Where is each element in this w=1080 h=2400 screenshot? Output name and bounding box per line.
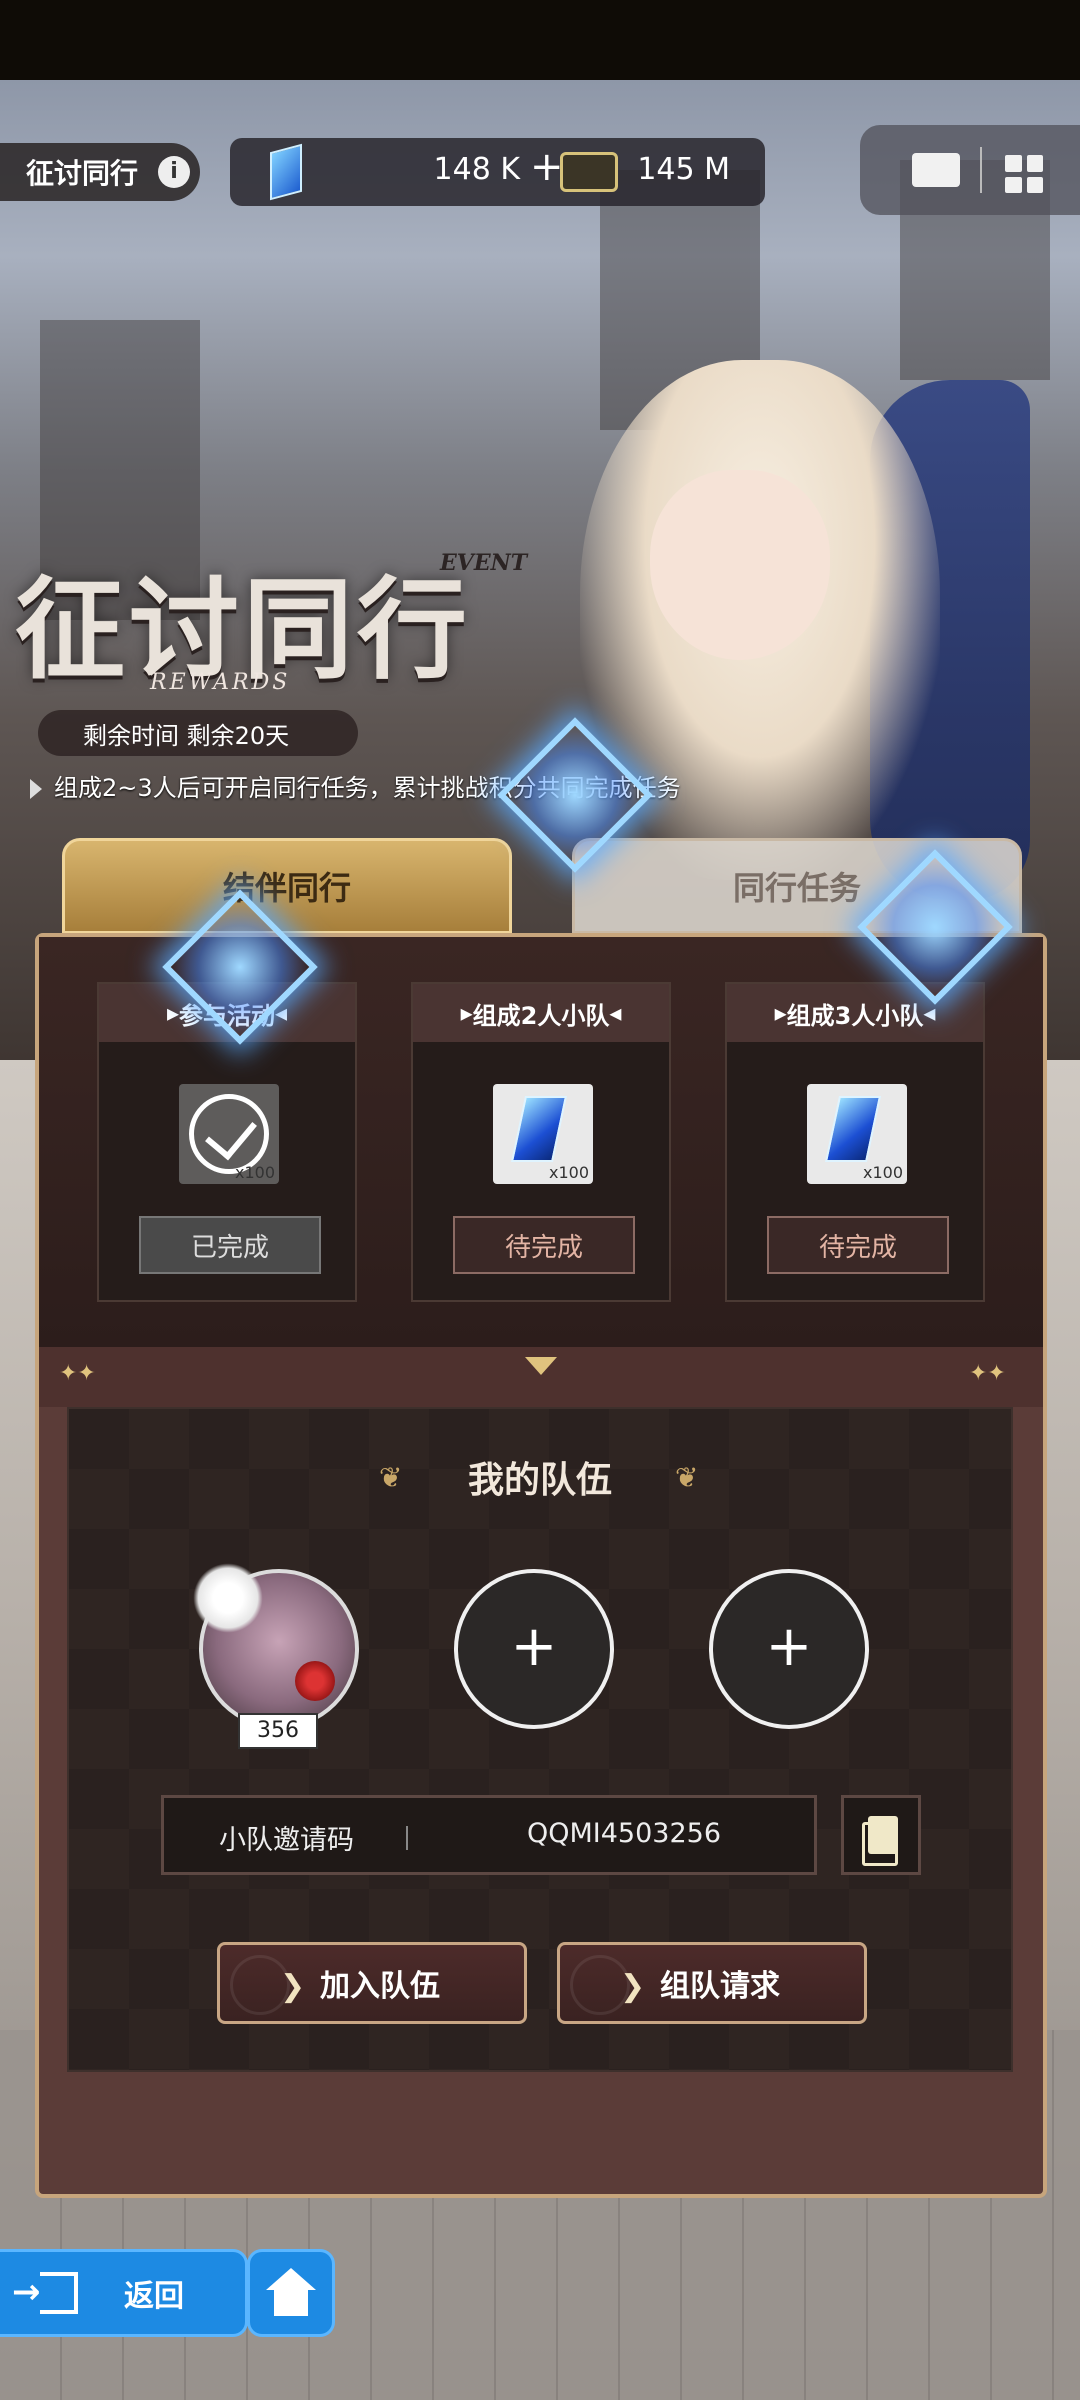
reward-item[interactable]: x100 (807, 1084, 907, 1184)
home-icon (266, 2268, 316, 2316)
back-button-label: 返回 (124, 2279, 184, 2314)
invite-code-value: QQMI4503256 (526, 1818, 721, 1849)
back-button[interactable]: 返回 (0, 2252, 245, 2334)
chevron-right-icon: ❯ (280, 1969, 306, 2004)
main-panel: 参与活动 x100 已完成 组成2人小队 x100 待完成 组成3人小队 (35, 933, 1047, 2198)
chevron-right-icon: ❯ (620, 1969, 646, 2004)
page-title: 征讨同行 (26, 157, 139, 190)
invite-code-field: 小队邀请码 QQMI4503256 (161, 1795, 817, 1875)
join-team-button[interactable]: ❯ 加入队伍 (217, 1942, 527, 2024)
rose-icon (295, 1661, 335, 1701)
reward-count: x100 (862, 1163, 903, 1182)
event-logo-rewards: REWARDS (150, 670, 291, 695)
team-leader-avatar[interactable]: 356 (193, 1563, 359, 1749)
team-request-label: 组队请求 (660, 1969, 780, 2004)
play-arrow-icon (30, 779, 42, 799)
gem-icon (510, 1096, 568, 1162)
status-bar-area (0, 0, 1080, 80)
task-status-label: 待完成 (818, 1232, 897, 1263)
task-status-label: 待完成 (504, 1232, 583, 1263)
checkmark-icon (189, 1094, 269, 1174)
copy-invite-code-button[interactable] (841, 1795, 921, 1875)
add-gems-button[interactable]: + (530, 144, 564, 190)
tab-companion[interactable]: 结伴同行 (62, 838, 512, 934)
exit-icon (12, 2272, 78, 2314)
task-title: 组成2人小队 (413, 984, 669, 1042)
team-request-button[interactable]: ❯ 组队请求 (557, 1942, 867, 2024)
mail-icon[interactable] (912, 153, 960, 187)
reward-item[interactable]: x100 (493, 1084, 593, 1184)
page-title-pill: 征讨同行 i (0, 143, 200, 201)
task-section: 参与活动 x100 已完成 组成2人小队 x100 待完成 组成3人小队 (39, 937, 1043, 1347)
gem-icon (824, 1096, 882, 1162)
coin-amount: 145 M (637, 152, 730, 187)
section-divider: ✦✦ ✦✦ (39, 1347, 1043, 1407)
task-status-button[interactable]: 已完成 (139, 1216, 321, 1274)
time-remaining: 剩余时间 剩余20天 (38, 710, 358, 756)
tab-companion-tasks-label: 同行任务 (732, 869, 861, 907)
sparkle-icon: ✦✦ (969, 1361, 1006, 1386)
sparkle-icon: ✦✦ (59, 1361, 96, 1386)
reward-item[interactable]: x100 (179, 1084, 279, 1184)
empty-team-slot-2[interactable]: + (454, 1569, 614, 1729)
invite-separator (406, 1826, 408, 1850)
team-title: 我的队伍 (467, 1460, 612, 1501)
task-status-label: 已完成 (190, 1232, 269, 1263)
currency-bar: 148 K + 145 M (230, 138, 765, 206)
task-card-team-of-2: 组成2人小队 x100 待完成 (411, 982, 671, 1302)
laurel-right-icon: ❦ (675, 1461, 699, 1494)
event-logo-tag: EVENT (440, 550, 528, 576)
menu-grid-icon[interactable] (1005, 155, 1043, 193)
info-icon[interactable]: i (158, 156, 190, 188)
icon-divider (980, 147, 982, 193)
task-status-button[interactable]: 待完成 (453, 1216, 635, 1274)
invite-code-label: 小队邀请码 (219, 1825, 354, 1856)
empty-team-slot-3[interactable]: + (709, 1569, 869, 1729)
flower-icon (193, 1563, 263, 1633)
coin-icon (560, 152, 618, 192)
join-team-label: 加入队伍 (320, 1969, 440, 2004)
gem-icon (270, 143, 302, 201)
task-card-team-of-3: 组成3人小队 x100 待完成 (725, 982, 985, 1302)
reward-count: x100 (234, 1163, 275, 1182)
gem-amount: 148 K (433, 152, 520, 187)
my-team-panel: ❦ 我的队伍 ❦ 356 + + 小队邀请码 QQMI4503256 ❯ 加入队… (67, 1407, 1013, 2072)
player-level-badge: 356 (238, 1713, 318, 1749)
copy-icon (862, 1816, 898, 1866)
time-remaining-text: 剩余时间 剩余20天 (83, 721, 290, 750)
home-button[interactable] (250, 2252, 332, 2334)
reward-count: x100 (548, 1163, 589, 1182)
top-right-icon-bar (860, 125, 1080, 215)
character-face (650, 470, 830, 660)
task-status-button[interactable]: 待完成 (767, 1216, 949, 1274)
down-arrow-icon (525, 1357, 557, 1375)
